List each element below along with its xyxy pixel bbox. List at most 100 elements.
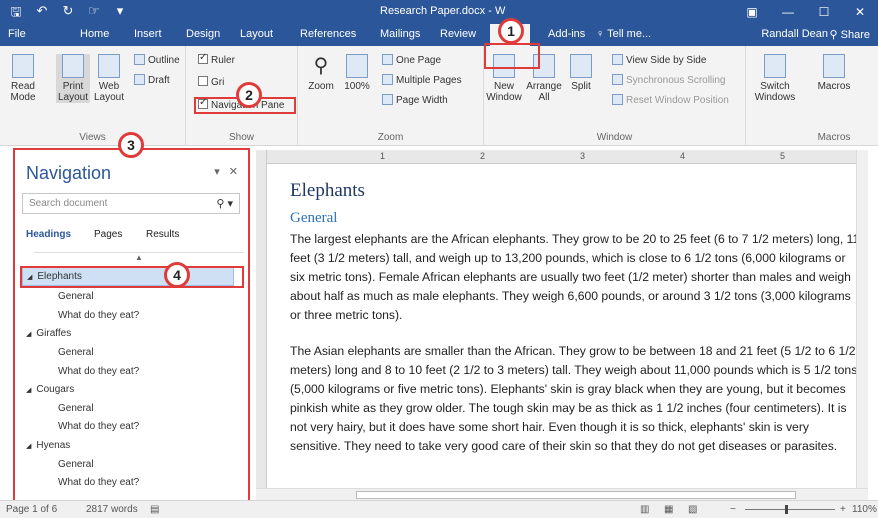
zoom-group: ⚲ Zoom 100% One Page Multiple Pages Page … bbox=[298, 46, 484, 146]
callout-4: 4 bbox=[164, 262, 190, 288]
view-side-by-side-button[interactable]: View Side by Side bbox=[612, 54, 706, 66]
one-page-button[interactable]: One Page bbox=[382, 54, 441, 66]
reset-window-position-button[interactable]: Reset Window Position bbox=[612, 94, 729, 106]
print-layout-label: Print Layout bbox=[57, 81, 89, 103]
document-page[interactable]: Elephants General The largest elephants … bbox=[270, 166, 868, 488]
sync-scroll-icon bbox=[612, 74, 623, 85]
tab-insert[interactable]: Insert bbox=[134, 28, 162, 40]
macros-button[interactable]: Macros bbox=[814, 54, 854, 92]
page-width-button[interactable]: Page Width bbox=[382, 94, 448, 106]
zoom-100-button[interactable]: 100% bbox=[340, 54, 374, 92]
proofing-icon[interactable]: ▤ bbox=[150, 504, 159, 515]
navigation-pane-highlight-box bbox=[13, 148, 250, 503]
redo-icon[interactable]: ↻ bbox=[60, 3, 76, 25]
tab-add-ins[interactable]: Add-ins bbox=[548, 28, 585, 40]
document-title: Research Paper.docx - W bbox=[380, 5, 506, 17]
web-layout-label: Web Layout bbox=[93, 81, 125, 103]
tab-home[interactable]: Home bbox=[80, 28, 109, 40]
switch-windows-button[interactable]: Switch Windows bbox=[752, 54, 798, 103]
document-heading-2[interactable]: General bbox=[290, 210, 337, 227]
undo-icon[interactable]: ↶ bbox=[34, 3, 50, 25]
show-group-label: Show bbox=[228, 132, 254, 143]
reset-position-label: Reset Window Position bbox=[626, 95, 729, 106]
tell-me-search[interactable]: ♀ Tell me... bbox=[596, 28, 651, 40]
save-icon[interactable]: 🖫 bbox=[8, 3, 24, 25]
one-page-icon bbox=[382, 54, 393, 65]
minimize-icon[interactable]: — bbox=[770, 0, 806, 24]
zoom-100-label: 100% bbox=[344, 81, 370, 92]
word-count[interactable]: 2817 words bbox=[86, 504, 138, 515]
magnifier-icon: ⚲ bbox=[313, 55, 329, 77]
zoom-100-icon bbox=[346, 54, 368, 78]
side-by-side-label: View Side by Side bbox=[626, 55, 707, 66]
more-icon[interactable]: ▾ bbox=[112, 3, 128, 25]
sync-scroll-label: Synchronous Scrolling bbox=[626, 75, 726, 86]
zoom-slider[interactable] bbox=[745, 509, 835, 510]
tab-file[interactable]: File bbox=[8, 28, 26, 40]
callout-2: 2 bbox=[236, 82, 262, 108]
new-window-label: New Window bbox=[486, 81, 522, 103]
tab-design[interactable]: Design bbox=[186, 28, 220, 40]
split-button[interactable]: Split bbox=[566, 54, 596, 92]
read-mode-label: Read Mode bbox=[10, 81, 36, 103]
outline-icon bbox=[134, 54, 145, 65]
zoom-button[interactable]: ⚲ Zoom bbox=[304, 54, 338, 92]
person-icon: ⚲ bbox=[829, 29, 841, 41]
zoom-out-icon[interactable]: − bbox=[730, 504, 736, 515]
share-button[interactable]: ⚲ Share bbox=[830, 28, 870, 41]
web-layout-icon bbox=[98, 54, 120, 78]
print-layout-view-icon[interactable]: ▦ bbox=[664, 504, 673, 515]
callout-3: 3 bbox=[118, 132, 144, 158]
horizontal-ruler[interactable]: 1 2 3 4 5 bbox=[256, 150, 866, 164]
switch-windows-label: Switch Windows bbox=[754, 81, 796, 103]
touch-icon[interactable]: ☞ bbox=[86, 3, 102, 25]
gridlines-checkbox[interactable]: Gri bbox=[198, 76, 224, 88]
zoom-label: Zoom bbox=[308, 81, 334, 92]
vertical-scrollbar[interactable] bbox=[856, 150, 868, 488]
read-mode-view-icon[interactable]: ▥ bbox=[640, 504, 649, 515]
draft-button[interactable]: Draft bbox=[134, 74, 170, 86]
user-name[interactable]: Randall Dean bbox=[761, 28, 828, 40]
tab-mailings[interactable]: Mailings bbox=[380, 28, 420, 40]
zoom-in-icon[interactable]: + bbox=[840, 504, 846, 515]
close-icon[interactable]: ✕ bbox=[842, 0, 878, 24]
ruler-number: 4 bbox=[680, 151, 686, 161]
side-by-side-icon bbox=[612, 54, 623, 65]
ribbon-display-icon[interactable]: ▣ bbox=[734, 0, 770, 24]
views-group: Read Mode Print Layout Web Layout Outlin… bbox=[0, 46, 186, 146]
web-layout-button[interactable]: Web Layout bbox=[92, 54, 126, 103]
horizontal-scroll-thumb[interactable] bbox=[356, 491, 796, 499]
window-controls: ▣ — ☐ ✕ bbox=[734, 0, 878, 24]
macros-group: Macros Macros bbox=[804, 46, 864, 146]
web-layout-view-icon[interactable]: ▧ bbox=[688, 504, 697, 515]
macros-icon bbox=[823, 54, 845, 78]
zoom-level[interactable]: 110% bbox=[852, 504, 877, 515]
ruler-checkbox[interactable]: Ruler bbox=[198, 52, 235, 66]
print-layout-button[interactable]: Print Layout bbox=[56, 54, 90, 103]
document-paragraph-2[interactable]: The Asian elephants are smaller than the… bbox=[290, 342, 860, 456]
multiple-pages-button[interactable]: Multiple Pages bbox=[382, 74, 462, 86]
ruler-number: 1 bbox=[380, 151, 386, 161]
read-mode-button[interactable]: Read Mode bbox=[8, 54, 38, 103]
page-width-icon bbox=[382, 94, 393, 105]
outline-button[interactable]: Outline bbox=[134, 54, 180, 66]
tab-references[interactable]: References bbox=[300, 28, 356, 40]
document-paragraph-1[interactable]: The largest elephants are the African el… bbox=[290, 230, 860, 325]
tab-layout[interactable]: Layout bbox=[240, 28, 273, 40]
ruler-number: 2 bbox=[480, 151, 486, 161]
multiple-pages-label: Multiple Pages bbox=[396, 75, 462, 86]
ribbon-tabs: File Home Insert Design Layout Reference… bbox=[0, 24, 878, 46]
horizontal-scrollbar[interactable] bbox=[256, 488, 868, 500]
draft-icon bbox=[134, 74, 145, 85]
synchronous-scrolling-button[interactable]: Synchronous Scrolling bbox=[612, 74, 726, 86]
vertical-ruler[interactable] bbox=[256, 150, 267, 488]
zoom-slider-handle[interactable] bbox=[785, 505, 788, 514]
document-heading-1[interactable]: Elephants bbox=[290, 180, 365, 202]
reset-position-icon bbox=[612, 94, 623, 105]
quick-access-toolbar: 🖫 ↶ ↻ ☞ ▾ bbox=[8, 3, 128, 25]
page-count[interactable]: Page 1 of 6 bbox=[6, 504, 57, 515]
macros-group-label: Macros bbox=[817, 132, 851, 143]
tab-review[interactable]: Review bbox=[440, 28, 476, 40]
gridlines-check-icon bbox=[198, 76, 208, 86]
maximize-icon[interactable]: ☐ bbox=[806, 0, 842, 24]
